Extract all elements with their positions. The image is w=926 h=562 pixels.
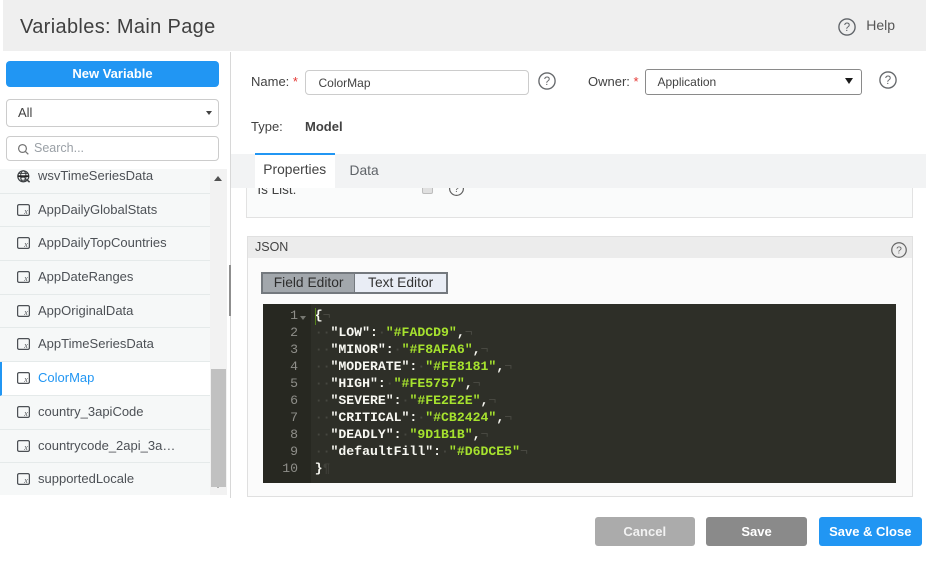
- svg-text:x: x: [23, 207, 28, 216]
- svg-text:x: x: [23, 409, 28, 418]
- svg-text:?: ?: [454, 188, 460, 195]
- svg-text:?: ?: [884, 75, 890, 87]
- svg-text:x: x: [23, 476, 28, 485]
- svg-text:x: x: [23, 274, 28, 283]
- svg-text:x: x: [23, 240, 28, 249]
- svg-text:?: ?: [844, 22, 850, 34]
- svg-text:x: x: [23, 341, 28, 350]
- svg-text:?: ?: [544, 76, 550, 88]
- svg-text:x: x: [23, 443, 28, 452]
- svg-text:x: x: [23, 375, 28, 384]
- svg-text:x: x: [23, 308, 28, 317]
- svg-text:?: ?: [896, 245, 902, 256]
